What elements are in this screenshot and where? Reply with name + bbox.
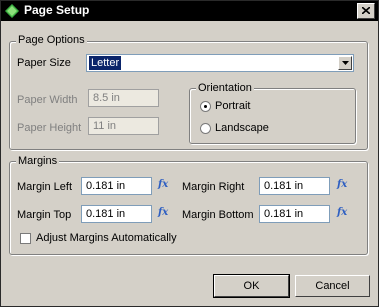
app-diamond-icon [5,4,19,18]
margin-right-fx-icon[interactable]: fx [337,179,347,190]
landscape-radio[interactable] [200,123,211,134]
margin-right-field[interactable]: 0.181 in [259,177,330,195]
margin-left-fx-icon[interactable]: fx [158,179,168,190]
margins-legend: Margins [16,155,60,167]
landscape-label[interactable]: Landscape [215,122,269,134]
margin-top-label: Margin Top [17,209,72,221]
title-bar: Page Setup [1,1,378,21]
margin-bottom-field[interactable]: 0.181 in [259,205,330,223]
close-icon [362,7,370,14]
dropdown-arrow[interactable] [338,56,352,70]
margin-bottom-fx-icon[interactable]: fx [337,207,347,218]
cancel-button[interactable]: Cancel [295,275,370,297]
paper-height-field: 11 in [88,117,159,135]
page-setup-dialog: Page Setup Page Options Paper Size Lette… [0,0,379,307]
adjust-margins-label[interactable]: Adjust Margins Automatically [36,232,177,244]
orientation-group [189,88,356,144]
paper-height-label: Paper Height [17,122,82,134]
paper-size-value: Letter [89,56,122,70]
paper-size-select[interactable]: Letter [86,54,354,72]
ok-button[interactable]: OK [213,274,290,298]
portrait-radio[interactable] [200,101,211,112]
margin-left-label: Margin Left [17,181,73,193]
margin-right-label: Margin Right [182,181,245,193]
paper-size-label: Paper Size [17,57,71,69]
adjust-margins-checkbox[interactable] [20,233,31,244]
close-button[interactable] [357,3,375,19]
margin-top-fx-icon[interactable]: fx [158,207,168,218]
chevron-down-icon [342,61,349,65]
margin-left-field[interactable]: 0.181 in [81,177,152,195]
margin-top-field[interactable]: 0.181 in [81,205,152,223]
window-title: Page Setup [24,3,90,17]
margin-bottom-label: Margin Bottom [182,209,254,221]
paper-width-field: 8.5 in [88,89,159,107]
page-options-legend: Page Options [16,34,87,46]
orientation-legend: Orientation [196,82,254,94]
portrait-label[interactable]: Portrait [215,100,250,112]
paper-width-label: Paper Width [17,94,78,106]
